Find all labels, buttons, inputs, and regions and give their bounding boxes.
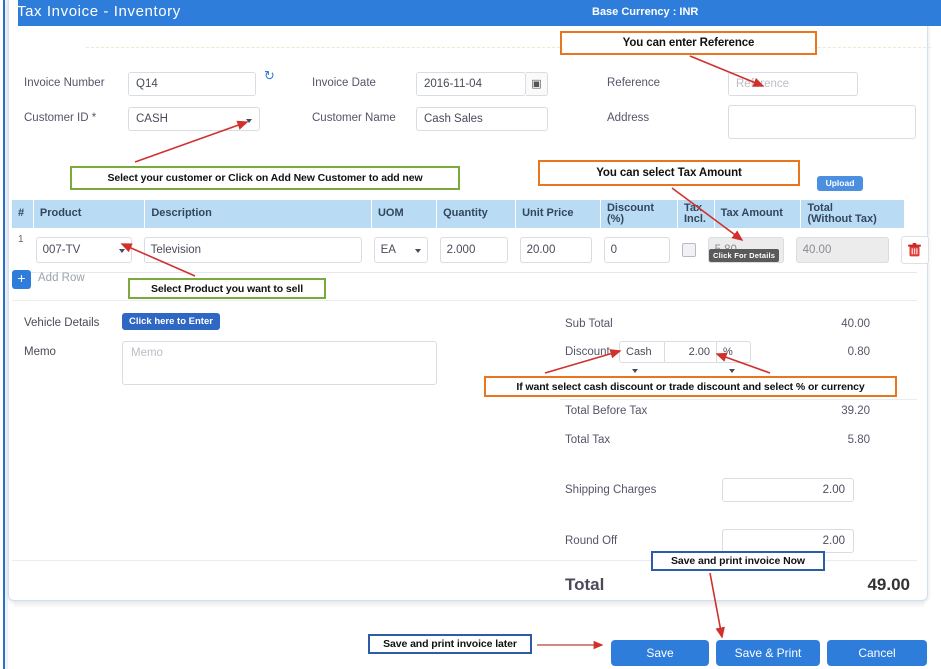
column-discount: Discount (%) — [601, 200, 678, 228]
sub-total-label: Sub Total — [565, 318, 613, 330]
discount-type-select[interactable]: Cash — [619, 341, 665, 373]
column-uom: UOM — [372, 200, 438, 228]
save-and-print-button[interactable]: Save & Print — [716, 640, 820, 666]
column-description: Description — [145, 200, 372, 228]
row-actions-cell — [895, 228, 935, 272]
vehicle-details-label: Vehicle Details — [24, 317, 100, 329]
save-button[interactable]: Save — [611, 640, 709, 666]
annotation-reference: You can enter Reference — [560, 31, 817, 55]
memo-textarea[interactable]: Memo — [122, 341, 437, 385]
annotation-discount: If want select cash discount or trade di… — [484, 376, 897, 397]
chevron-down-icon-2 — [729, 369, 735, 373]
column-actions — [905, 200, 918, 228]
total-without-tax-input: 40.00 — [795, 237, 889, 263]
chevron-down-icon — [632, 369, 638, 373]
column-total-line2: (Without Tax) — [807, 213, 877, 225]
divider-after-table — [12, 300, 917, 301]
column-tax-incl: Tax Incl. — [678, 200, 715, 228]
discount-label: Discount — [565, 346, 610, 358]
column-index: # — [12, 200, 34, 228]
product-dropdown-caret-icon[interactable] — [111, 237, 132, 263]
calendar-icon[interactable]: ▣ — [526, 72, 548, 96]
row-discount-cell: 0 — [598, 228, 676, 272]
upload-button[interactable]: Upload — [817, 176, 863, 191]
vehicle-details-button[interactable]: Click here to Enter — [122, 313, 220, 330]
page-title: Tax Invoice - Inventory — [17, 3, 181, 20]
sub-total-value: 40.00 — [841, 318, 870, 330]
tax-incl-checkbox[interactable] — [681, 243, 696, 257]
column-quantity: Quantity — [437, 200, 517, 228]
row-product-cell: 007-TV — [30, 228, 138, 272]
row-description-cell: Television — [138, 228, 368, 272]
shipping-charges-label: Shipping Charges — [565, 484, 657, 496]
tax-amount-tooltip: Click For Details — [709, 249, 780, 262]
round-off-label: Round Off — [565, 535, 618, 547]
row-quantity-cell: 2.000 — [434, 228, 514, 272]
trash-icon[interactable] — [900, 236, 929, 264]
divider-totals — [560, 399, 917, 400]
unit-price-input[interactable]: 20.00 — [519, 237, 592, 263]
uom-dropdown-caret-icon[interactable] — [407, 237, 428, 263]
total-tax-value: 5.80 — [847, 434, 870, 446]
discount-amount-input[interactable]: 2.00 — [665, 341, 717, 363]
reference-input[interactable]: Reference — [728, 72, 858, 96]
row-unit-price-cell: 20.00 — [514, 228, 598, 272]
total-before-tax-label: Total Before Tax — [565, 405, 648, 417]
annotation-product: Select Product you want to sell — [128, 278, 326, 299]
discount-type-value: Cash — [626, 346, 652, 358]
discount-value: 0.80 — [847, 346, 870, 358]
address-input[interactable] — [728, 105, 916, 139]
invoice-number-label: Invoice Number — [24, 77, 105, 89]
total-tax-label: Total Tax — [565, 434, 611, 446]
column-tax-amount: Tax Amount — [715, 200, 802, 228]
card-bottom-shadow — [14, 601, 924, 608]
table-row: 1 007-TV Television EA 2.000 20.00 0 5.8… — [12, 228, 929, 273]
column-total-without-tax: Total (Without Tax) — [801, 200, 906, 228]
annotation-save-later: Save and print invoice later — [368, 634, 532, 654]
base-currency-label: Base Currency : INR — [592, 6, 699, 18]
product-input[interactable]: 007-TV — [35, 237, 112, 263]
column-tax-incl-line2: Incl. — [683, 213, 706, 225]
annotation-tax-amount: You can select Tax Amount — [538, 160, 800, 186]
add-row-button[interactable]: Add Row — [38, 272, 85, 284]
table-header-row: # Product Description UOM Quantity Unit … — [12, 200, 918, 228]
column-product: Product — [34, 200, 146, 228]
annotation-save-now: Save and print invoice Now — [651, 551, 825, 571]
row-index: 1 — [18, 234, 24, 245]
refresh-icon[interactable]: ↻ — [264, 68, 275, 84]
annotation-customer: Select your customer or Click on Add New… — [70, 166, 460, 190]
address-label: Address — [607, 112, 650, 124]
uom-input[interactable]: EA — [373, 237, 408, 263]
trash-icon-svg — [908, 243, 922, 257]
invoice-date-input[interactable]: 2016-11-04 — [416, 72, 526, 96]
customer-name-input[interactable]: Cash Sales — [416, 107, 548, 131]
shipping-charges-input[interactable]: 2.00 — [722, 478, 854, 502]
memo-label: Memo — [24, 346, 56, 358]
row-tax-incl-cell — [676, 228, 702, 272]
customer-id-input[interactable]: CASH — [128, 107, 238, 131]
customer-id-dropdown-caret-icon[interactable] — [238, 107, 260, 131]
grand-total-label: Total — [565, 575, 605, 594]
column-unit-price: Unit Price — [516, 200, 601, 228]
column-discount-line2: (%) — [606, 213, 625, 225]
cancel-button[interactable]: Cancel — [827, 640, 927, 666]
reference-label: Reference — [607, 77, 661, 89]
customer-id-label: Customer ID * — [24, 112, 97, 124]
quantity-input[interactable]: 2.000 — [439, 237, 508, 263]
customer-name-label: Customer Name — [312, 112, 396, 124]
discount-unit-value: % — [723, 346, 733, 358]
round-off-input[interactable]: 2.00 — [722, 529, 854, 553]
invoice-date-label: Invoice Date — [312, 77, 376, 89]
plus-icon[interactable]: + — [12, 270, 31, 289]
discount-percent-input[interactable]: 0 — [603, 237, 670, 263]
invoice-number-input[interactable]: Q14 — [128, 72, 256, 96]
grand-total-value: 49.00 — [867, 575, 910, 594]
description-input[interactable]: Television — [143, 237, 362, 263]
line-items-table: # Product Description UOM Quantity Unit … — [12, 200, 929, 273]
total-before-tax-value: 39.20 — [841, 405, 870, 417]
discount-unit-select[interactable]: % — [717, 341, 751, 373]
row-total-cell: 40.00 — [790, 228, 895, 272]
row-uom-cell: EA — [368, 228, 434, 272]
